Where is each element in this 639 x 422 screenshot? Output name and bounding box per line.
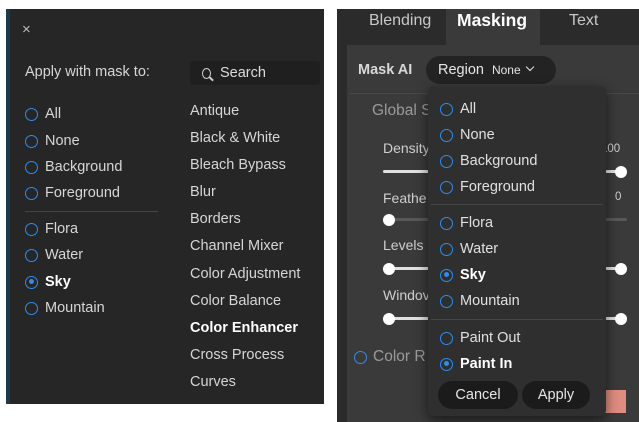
mask-option-label: Background bbox=[45, 159, 123, 175]
radio-icon bbox=[440, 180, 453, 194]
apply-with-mask-label: Apply with mask to: bbox=[25, 64, 150, 80]
mask-option-foreground[interactable]: Foreground bbox=[25, 183, 120, 203]
tab-text[interactable]: Text bbox=[569, 12, 598, 30]
radio-checked-icon bbox=[440, 357, 453, 371]
mask-option-label: Mountain bbox=[45, 300, 105, 316]
radio-checked-icon bbox=[25, 275, 38, 289]
preset-item[interactable]: Black & White bbox=[190, 130, 280, 146]
feather-value: 0 bbox=[615, 191, 622, 203]
region-label: Region bbox=[438, 62, 484, 78]
region-option-label: Background bbox=[460, 153, 538, 169]
mask-option-sky[interactable]: Sky bbox=[25, 272, 71, 292]
radio-icon bbox=[440, 102, 453, 116]
apply-button[interactable]: Apply bbox=[522, 381, 590, 409]
radio-icon bbox=[440, 216, 453, 230]
levels-slider-left-thumb[interactable] bbox=[383, 263, 395, 275]
region-option-label: Sky bbox=[460, 267, 486, 283]
divider bbox=[431, 204, 603, 205]
region-option-label: Foreground bbox=[460, 179, 535, 195]
region-option-all[interactable]: All bbox=[440, 99, 476, 119]
region-option-label: All bbox=[460, 101, 477, 117]
radio-icon bbox=[354, 350, 367, 364]
region-option-foreground[interactable]: Foreground bbox=[440, 177, 535, 197]
radio-icon bbox=[25, 186, 38, 200]
preset-item[interactable]: Color Adjustment bbox=[190, 266, 300, 282]
preset-item[interactable]: Channel Mixer bbox=[190, 238, 284, 254]
region-option-paint-out[interactable]: Paint Out bbox=[440, 328, 520, 348]
radio-icon bbox=[25, 160, 38, 174]
radio-icon bbox=[440, 154, 453, 168]
window-label: Windov bbox=[383, 287, 430, 303]
region-value: None bbox=[491, 63, 521, 77]
mask-ai-label: Mask AI bbox=[358, 62, 413, 78]
region-option-sky[interactable]: Sky bbox=[440, 265, 486, 285]
mask-option-mountain[interactable]: Mountain bbox=[25, 298, 105, 318]
preset-item[interactable]: Curves bbox=[190, 374, 236, 390]
preset-item[interactable]: Antique bbox=[190, 103, 239, 119]
window-slider-right-thumb[interactable] bbox=[615, 313, 627, 325]
color-range-label: Color R bbox=[373, 348, 426, 365]
preset-item[interactable]: Cross Process bbox=[190, 347, 284, 363]
radio-icon bbox=[25, 134, 38, 148]
radio-icon bbox=[25, 107, 38, 121]
region-option-label: Paint In bbox=[460, 356, 513, 372]
radio-icon bbox=[25, 222, 38, 236]
tab-blending[interactable]: Blending bbox=[369, 12, 431, 30]
radio-icon bbox=[440, 331, 453, 345]
preset-item[interactable]: Blur bbox=[190, 184, 216, 200]
mask-option-label: All bbox=[45, 106, 62, 122]
density-slider-thumb[interactable] bbox=[615, 166, 627, 178]
preset-item[interactable]: Bleach Bypass bbox=[190, 157, 286, 173]
window-slider-left-thumb[interactable] bbox=[383, 313, 395, 325]
region-option-label: Mountain bbox=[460, 293, 520, 309]
region-option-label: Paint Out bbox=[460, 330, 521, 346]
mask-option-all[interactable]: All bbox=[25, 104, 61, 124]
radio-checked-icon bbox=[440, 268, 453, 282]
region-option-water[interactable]: Water bbox=[440, 239, 498, 259]
region-option-flora[interactable]: Flora bbox=[440, 213, 493, 233]
levels-slider-right-thumb[interactable] bbox=[615, 263, 627, 275]
feather-slider-thumb[interactable] bbox=[383, 214, 395, 226]
preset-item[interactable]: Color Balance bbox=[190, 293, 281, 309]
color-range-option[interactable]: Color R bbox=[354, 348, 426, 366]
radio-icon bbox=[440, 128, 453, 142]
mask-option-water[interactable]: Water bbox=[25, 245, 83, 265]
global-section-label[interactable]: Global S bbox=[372, 102, 431, 120]
radio-icon bbox=[25, 301, 38, 315]
mask-option-label: Foreground bbox=[45, 185, 120, 201]
chevron-down-icon bbox=[525, 62, 534, 72]
region-option-paint-in[interactable]: Paint In bbox=[440, 354, 512, 374]
divider bbox=[431, 319, 603, 320]
mask-option-flora[interactable]: Flora bbox=[25, 219, 78, 239]
levels-label: Levels bbox=[383, 237, 424, 253]
search-input[interactable] bbox=[220, 65, 320, 81]
feather-label: Feathe bbox=[383, 190, 427, 206]
mask-option-label: None bbox=[45, 133, 80, 149]
mask-option-background[interactable]: Background bbox=[25, 157, 122, 177]
region-option-label: Flora bbox=[460, 215, 494, 231]
region-option-mountain[interactable]: Mountain bbox=[440, 291, 520, 311]
density-label: Density bbox=[383, 140, 430, 156]
radio-icon bbox=[440, 242, 453, 256]
divider bbox=[25, 211, 158, 212]
region-option-label: Water bbox=[460, 241, 499, 257]
mask-option-label: Flora bbox=[45, 221, 79, 237]
panel-edge bbox=[6, 9, 10, 404]
preset-item[interactable]: Borders bbox=[190, 211, 241, 227]
search-icon bbox=[202, 67, 211, 79]
mask-option-label: Water bbox=[45, 247, 84, 263]
region-option-label: None bbox=[460, 127, 495, 143]
close-icon[interactable]: × bbox=[22, 22, 36, 38]
tab-masking[interactable]: Masking bbox=[457, 10, 527, 31]
mask-option-label: Sky bbox=[45, 274, 71, 290]
search-box[interactable] bbox=[190, 61, 320, 85]
region-dropdown-button[interactable]: Region None bbox=[426, 56, 556, 84]
region-option-background[interactable]: Background bbox=[440, 151, 537, 171]
region-option-none[interactable]: None bbox=[440, 125, 495, 145]
preset-item-selected[interactable]: Color Enhancer bbox=[190, 320, 298, 336]
cancel-button[interactable]: Cancel bbox=[438, 381, 518, 409]
radio-icon bbox=[440, 294, 453, 308]
radio-icon bbox=[25, 248, 38, 262]
mask-option-none[interactable]: None bbox=[25, 131, 80, 151]
